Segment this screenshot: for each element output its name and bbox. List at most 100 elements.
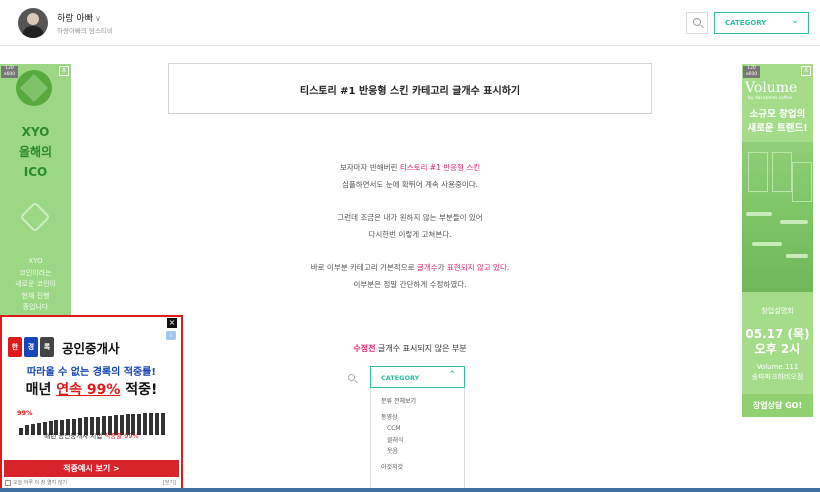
avatar-body — [22, 26, 44, 38]
blog-name[interactable]: 하랑 아빠 ∨ — [57, 11, 101, 24]
section-caption: 수정전 글개수 표시되지 않은 부분 — [168, 343, 652, 354]
ad-headline-line: ICO — [23, 165, 48, 179]
ad-brand: 공인중개사 — [62, 341, 120, 356]
blog-header: 하랑 아빠 ∨ 하랑아빠의 맘스티비 CATEGORY ⌄ — [0, 0, 820, 46]
ad-slogan: 소규모 창업의 새로운 트랜드! — [742, 108, 813, 136]
photo-table — [746, 212, 772, 216]
ad-date-line: 05.17 (목) — [745, 327, 810, 341]
hexagon-logo-icon — [19, 201, 51, 233]
paragraph-3: 바로 이부분 카테고리 기본적으로 글개수가 표현되지 않고 있다. 이부분은 … — [168, 259, 652, 293]
paragraph-line: 이부분은 정말 간단하게 수정하였다. — [353, 280, 467, 289]
highlight-text: 표현되지 않고 있다. — [446, 263, 510, 272]
category-subitem[interactable]: 클래식 — [381, 435, 464, 447]
ad-headline: XYO 올해의 ICO — [0, 122, 71, 182]
text-span: 바로 이부분 카테고리 기본적으로 — [310, 263, 417, 272]
photo-table — [780, 220, 808, 224]
ad-body-text: XYO 코인이라는 새로운 코인이 현재 진행 중입니다 — [0, 256, 71, 314]
blog-subtitle: 하랑아빠의 맘스티비 — [57, 27, 113, 35]
caption-highlight: 수정전 — [353, 344, 376, 353]
photo-window — [792, 162, 812, 202]
search-button[interactable] — [686, 12, 708, 34]
ad-headline: 매년 연속 99% 적중! — [2, 379, 181, 399]
right-banner-ad[interactable]: 120 x600 X Volume by dal.komm coffee 소규모… — [742, 64, 813, 417]
chevron-up-icon: ⌃ — [448, 370, 456, 380]
category-item[interactable]: 동영상 — [381, 412, 464, 424]
paragraph-line: 보자마자 반해버린 티스토리 #1 반응형 스킨 — [168, 159, 652, 176]
ad-cta-button[interactable]: 적중예시 보기 > — [4, 460, 179, 477]
blog-name-label: 하랑 아빠 — [57, 14, 93, 24]
left-banner-ad[interactable]: 120 x600 X XYO 올해의 ICO XYO 코인이라는 새로운 코인이… — [0, 64, 71, 326]
info-icon[interactable]: i — [166, 331, 176, 340]
category-subitem[interactable]: 웃음 — [381, 446, 464, 458]
sample-category-menu: 분류 전체보기 동영상 CCM 클래식 웃음 이것저것 — [370, 388, 465, 492]
text-span: 매년 공인중개사 시험 — [44, 432, 105, 440]
ad-slogan-line: 소규모 창업의 — [749, 109, 806, 120]
subline-highlight: 적중률 99% — [104, 432, 139, 440]
cafe-photo — [742, 142, 813, 292]
popup-ad[interactable]: × i 한 경 록 공인중개사 따라올 수 없는 경록의 적중률! 매년 연속 … — [0, 315, 183, 492]
ad-event: 창업설명회 — [761, 307, 794, 315]
paragraph-2: 그런데 조금은 내가 원하지 않는 부분들이 있어 다시한번 이렇게 고쳐본다. — [168, 209, 652, 243]
ad-place-line: 송파파크하비오점 — [751, 373, 804, 381]
avatar[interactable] — [18, 8, 48, 38]
sample-category-label: CATEGORY — [381, 374, 420, 382]
photo-window — [748, 152, 768, 192]
caption-text: 글개수 표시되지 않은 부분 — [375, 344, 467, 353]
text-span: 매년 — [25, 382, 57, 398]
checkbox[interactable] — [5, 479, 11, 486]
ad-close-icon[interactable]: X — [59, 66, 69, 76]
ad-size-badge: 120 x600 — [743, 66, 760, 78]
ad-body-line: XYO — [28, 257, 43, 265]
hide-today-option[interactable]: 오늘 하루 이 창 열지 않기 — [5, 479, 67, 486]
category-label: CATEGORY — [725, 19, 767, 27]
bottom-border — [0, 488, 820, 492]
ad-date: 05.17 (목) 오후 2시 — [742, 327, 813, 357]
sample-search-button[interactable] — [344, 370, 360, 386]
chevron-down-icon[interactable]: ∨ — [95, 14, 101, 23]
category-subitem[interactable]: CCM — [381, 423, 464, 435]
book-icon: 경 — [24, 337, 38, 357]
volume-logo-sub: by dal.komm coffee — [748, 96, 793, 101]
volume-logo: Volume — [745, 80, 798, 96]
skin-link[interactable]: 티스토리 #1 반응형 스킨 — [400, 163, 480, 172]
category-item[interactable]: 분류 전체보기 — [381, 396, 464, 408]
text-span: 가 — [437, 263, 447, 272]
ad-place-line: Volume.111 — [756, 363, 799, 371]
ad-body-line: 중입니다 — [22, 303, 49, 311]
percent-label: 99% — [17, 409, 33, 417]
chevron-down-icon: ⌄ — [791, 16, 799, 26]
ad-close-icon[interactable]: X — [801, 66, 811, 76]
text-span: 적중! — [120, 382, 158, 398]
text-span: 보자마자 반해버린 — [339, 163, 400, 172]
ad-headline-line: 올해의 — [18, 145, 53, 159]
paragraph-line: 다시한번 이렇게 고쳐본다. — [368, 230, 452, 239]
ad-body-line: 코인이라는 — [19, 268, 52, 277]
ad-size-badge: 120 x600 — [1, 66, 18, 78]
ad-body-line: 현재 진행 — [21, 291, 50, 300]
ad-subline: 매년 공인중개사 시험 적중률 99% — [2, 430, 181, 440]
popup-close-link[interactable]: [닫기] — [163, 479, 176, 486]
paragraph-1: 보자마자 반해버린 티스토리 #1 반응형 스킨 심플하면서도 눈에 확뛰어 계… — [168, 159, 652, 193]
paragraph-line: 바로 이부분 카테고리 기본적으로 글개수가 표현되지 않고 있다. — [168, 259, 652, 276]
photo-table — [752, 242, 782, 246]
category-item[interactable]: 이것저것 — [381, 462, 464, 474]
book-icon: 한 — [8, 337, 22, 357]
sample-category-dropdown[interactable]: CATEGORY ⌃ — [370, 366, 465, 388]
ad-place: Volume.111 송파파크하비오점 — [742, 362, 813, 382]
avatar-head — [27, 13, 39, 25]
ad-date-line: 오후 2시 — [754, 342, 801, 356]
books-logo-icon: 한 경 록 — [8, 337, 56, 359]
paragraph-line: 심플하면서도 눈에 확뛰어 계속 사용중이다. — [341, 180, 479, 189]
highlight-text: 글개수 — [416, 263, 438, 272]
photo-window — [772, 152, 792, 192]
photo-table — [786, 254, 808, 258]
close-icon[interactable]: × — [167, 318, 177, 328]
search-icon-handle — [700, 24, 704, 29]
hide-today-label: 오늘 하루 이 창 열지 않기 — [13, 480, 67, 486]
ad-cta-button[interactable]: 창업상담 GO! — [742, 394, 813, 417]
ad-headline-line: XYO — [21, 125, 50, 139]
category-dropdown[interactable]: CATEGORY ⌄ — [714, 12, 809, 34]
ad-slogan-line: 새로운 트랜드! — [747, 123, 808, 134]
ad-tagline: 따라올 수 없는 경록의 적중률! — [27, 367, 156, 378]
paragraph-line: 그런데 조금은 내가 원하지 않는 부분들이 있어 — [337, 213, 483, 222]
